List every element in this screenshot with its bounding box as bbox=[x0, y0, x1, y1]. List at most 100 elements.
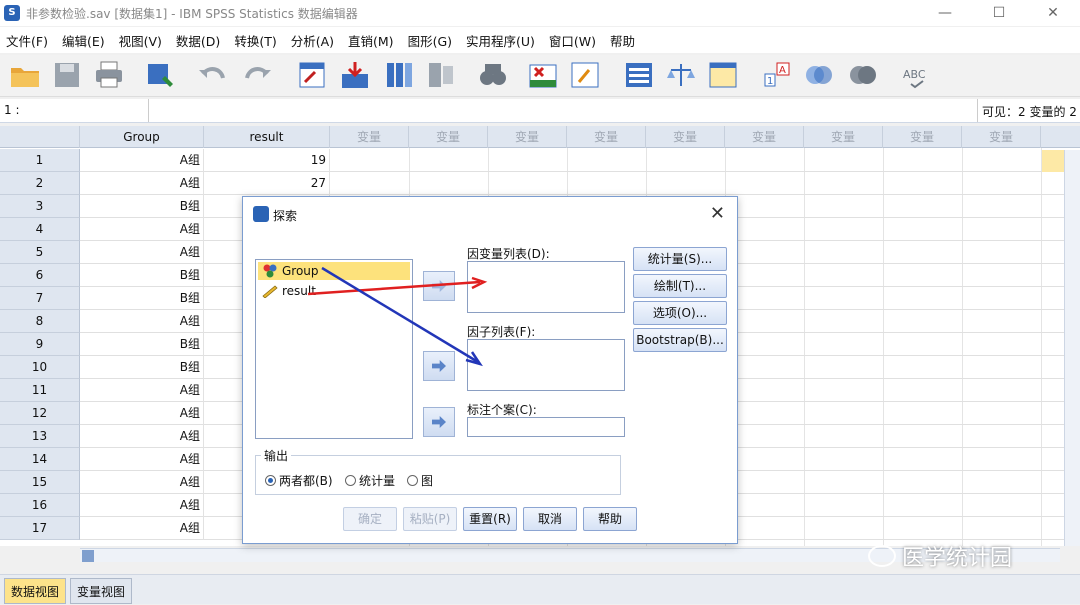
cell-group[interactable]: A组 bbox=[80, 425, 204, 448]
column-header-var[interactable]: 变量 bbox=[567, 126, 646, 148]
cell-group[interactable]: A组 bbox=[80, 402, 204, 425]
label-cases-box[interactable] bbox=[467, 417, 625, 437]
row-number[interactable]: 16 bbox=[0, 494, 80, 517]
bootstrap-button[interactable]: Bootstrap(B)... bbox=[633, 328, 727, 352]
menu-file[interactable]: 文件(F) bbox=[0, 31, 56, 50]
cell-group[interactable]: A组 bbox=[80, 172, 204, 195]
menu-transform[interactable]: 转换(T) bbox=[228, 31, 284, 50]
menu-edit[interactable]: 编辑(E) bbox=[56, 31, 113, 50]
show-all-variables-icon[interactable] bbox=[846, 59, 880, 91]
menu-utilities[interactable]: 实用程序(U) bbox=[460, 31, 543, 50]
cell-group[interactable]: A组 bbox=[80, 517, 204, 540]
help-button[interactable]: 帮助 bbox=[583, 507, 637, 531]
column-header-var[interactable]: 变量 bbox=[804, 126, 883, 148]
cell-group[interactable]: B组 bbox=[80, 264, 204, 287]
redo-icon[interactable] bbox=[240, 59, 274, 91]
cell-group[interactable]: A组 bbox=[80, 494, 204, 517]
column-header-var[interactable]: 变量 bbox=[962, 126, 1041, 148]
column-header-var[interactable]: 变量 bbox=[883, 126, 962, 148]
tab-data-view[interactable]: 数据视图 bbox=[4, 578, 67, 604]
variables-icon[interactable] bbox=[382, 59, 416, 91]
find-binoculars-icon[interactable] bbox=[476, 59, 510, 91]
cell-group[interactable]: B组 bbox=[80, 287, 204, 310]
menu-analyze[interactable]: 分析(A) bbox=[285, 31, 342, 50]
column-header-var[interactable]: 变量 bbox=[646, 126, 725, 148]
row-number[interactable]: 15 bbox=[0, 471, 80, 494]
menu-window[interactable]: 窗口(W) bbox=[543, 31, 604, 50]
minimize-button[interactable]: — bbox=[918, 0, 972, 26]
plots-button[interactable]: 绘制(T)... bbox=[633, 274, 727, 298]
dependent-list-box[interactable] bbox=[467, 261, 625, 313]
run-descriptives-icon[interactable] bbox=[424, 59, 458, 91]
spell-check-icon[interactable]: ABC bbox=[900, 59, 934, 91]
row-number[interactable]: 1 bbox=[0, 149, 80, 172]
options-button[interactable]: 选项(O)... bbox=[633, 301, 727, 325]
row-number[interactable]: 14 bbox=[0, 448, 80, 471]
corner-cell[interactable] bbox=[0, 126, 80, 148]
cell-value-input[interactable] bbox=[148, 99, 978, 122]
radio-plots[interactable]: 图 bbox=[407, 472, 433, 489]
cell-group[interactable]: B组 bbox=[80, 195, 204, 218]
cell-group[interactable]: A组 bbox=[80, 448, 204, 471]
cell-group[interactable]: A组 bbox=[80, 379, 204, 402]
list-item-group[interactable]: Group bbox=[258, 262, 410, 280]
column-header-var[interactable]: 变量 bbox=[409, 126, 488, 148]
cell-group[interactable]: A组 bbox=[80, 241, 204, 264]
goto-variable-icon[interactable] bbox=[338, 59, 372, 91]
cell-result[interactable]: 19 bbox=[204, 149, 330, 172]
cell-group[interactable]: A组 bbox=[80, 218, 204, 241]
value-labels-icon[interactable]: 1A bbox=[760, 59, 794, 91]
select-cases-icon[interactable] bbox=[706, 59, 740, 91]
use-variable-sets-icon[interactable] bbox=[802, 59, 836, 91]
menu-view[interactable]: 视图(V) bbox=[113, 31, 170, 50]
scroll-left-arrow[interactable] bbox=[82, 550, 94, 562]
radio-statistics[interactable]: 统计量 bbox=[345, 472, 395, 489]
cancel-button[interactable]: 取消 bbox=[523, 507, 577, 531]
column-header-result[interactable]: result bbox=[204, 126, 330, 148]
radio-both[interactable]: 两者都(B) bbox=[265, 472, 333, 489]
split-file-icon[interactable] bbox=[622, 59, 656, 91]
statistics-button[interactable]: 统计量(S)... bbox=[633, 247, 727, 271]
dialog-close-icon[interactable]: ✕ bbox=[710, 203, 725, 224]
undo-icon[interactable] bbox=[196, 59, 230, 91]
column-header-var[interactable]: 变量 bbox=[725, 126, 804, 148]
maximize-button[interactable]: ☐ bbox=[972, 0, 1026, 26]
row-number[interactable]: 10 bbox=[0, 356, 80, 379]
cell-group[interactable]: B组 bbox=[80, 356, 204, 379]
move-to-label-cases-button[interactable] bbox=[423, 407, 455, 437]
row-number[interactable]: 6 bbox=[0, 264, 80, 287]
row-number[interactable]: 11 bbox=[0, 379, 80, 402]
column-header-var[interactable]: 变量 bbox=[488, 126, 567, 148]
cell-group[interactable]: A组 bbox=[80, 149, 204, 172]
menu-graphs[interactable]: 图形(G) bbox=[402, 31, 460, 50]
save-icon[interactable] bbox=[50, 59, 84, 91]
insert-variable-icon[interactable] bbox=[568, 59, 602, 91]
row-number[interactable]: 7 bbox=[0, 287, 80, 310]
menu-help[interactable]: 帮助 bbox=[604, 31, 643, 50]
row-number[interactable]: 13 bbox=[0, 425, 80, 448]
factor-list-box[interactable] bbox=[467, 339, 625, 391]
move-to-factor-button[interactable] bbox=[423, 351, 455, 381]
menu-direct-marketing[interactable]: 直销(M) bbox=[342, 31, 402, 50]
row-number[interactable]: 4 bbox=[0, 218, 80, 241]
cell-group[interactable]: B组 bbox=[80, 333, 204, 356]
cell-result[interactable]: 27 bbox=[204, 172, 330, 195]
dialog-recall-icon[interactable] bbox=[144, 59, 178, 91]
row-number[interactable]: 2 bbox=[0, 172, 80, 195]
row-number[interactable]: 3 bbox=[0, 195, 80, 218]
ok-button[interactable]: 确定 bbox=[343, 507, 397, 531]
cell-group[interactable]: A组 bbox=[80, 310, 204, 333]
column-header-var[interactable]: 变量 bbox=[330, 126, 409, 148]
source-variable-list[interactable]: Group result bbox=[255, 259, 413, 439]
open-folder-icon[interactable] bbox=[8, 59, 42, 91]
reset-button[interactable]: 重置(R) bbox=[463, 507, 517, 531]
print-icon[interactable] bbox=[92, 59, 126, 91]
vertical-scrollbar[interactable] bbox=[1064, 150, 1080, 546]
insert-cases-icon[interactable] bbox=[526, 59, 560, 91]
row-number[interactable]: 8 bbox=[0, 310, 80, 333]
menu-data[interactable]: 数据(D) bbox=[170, 31, 228, 50]
tab-variable-view[interactable]: 变量视图 bbox=[70, 578, 133, 604]
row-number[interactable]: 17 bbox=[0, 517, 80, 540]
paste-button[interactable]: 粘贴(P) bbox=[403, 507, 457, 531]
row-number[interactable]: 9 bbox=[0, 333, 80, 356]
